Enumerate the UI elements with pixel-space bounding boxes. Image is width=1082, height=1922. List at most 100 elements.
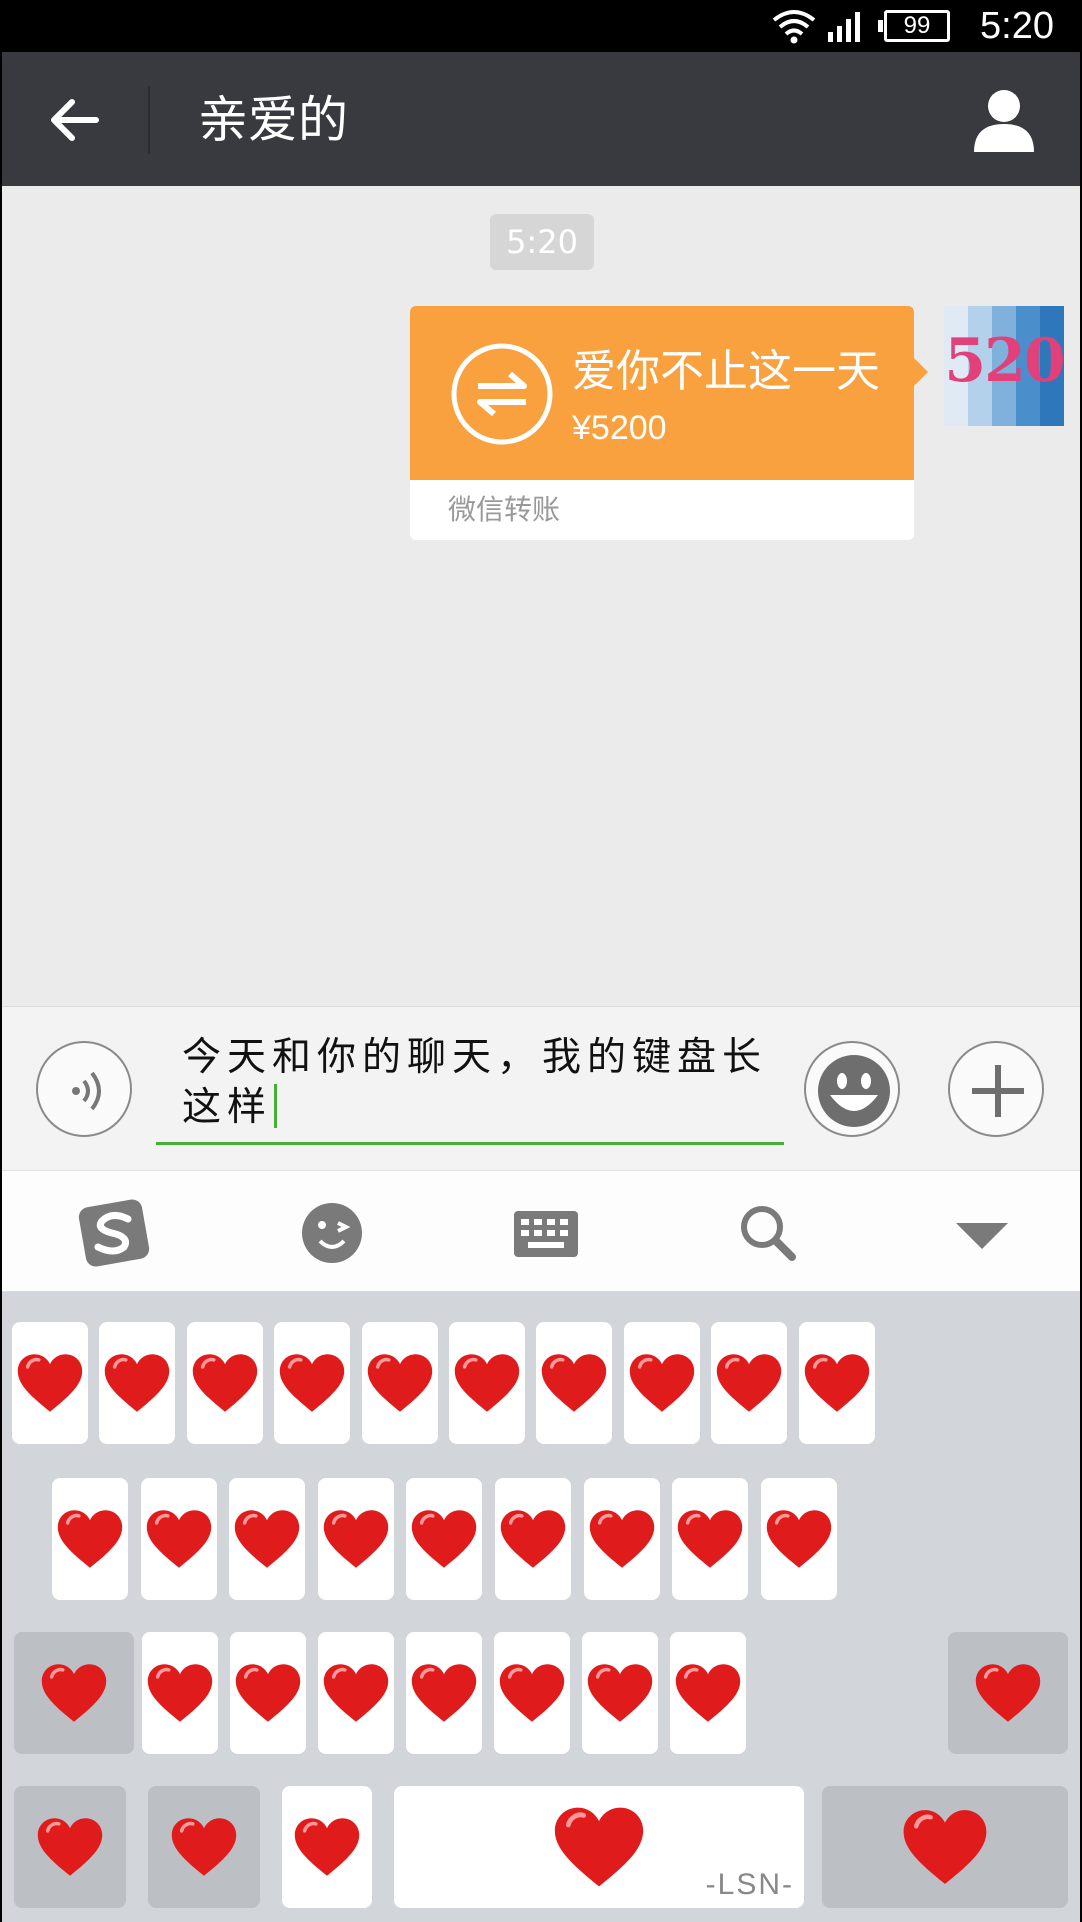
message-input[interactable]: 今天和你的聊天，我的键盘长这样 [156, 1015, 784, 1145]
emoji-button[interactable] [804, 1041, 900, 1137]
heart-icon [975, 1664, 1041, 1722]
heart-icon [323, 1510, 388, 1568]
heart-key[interactable] [582, 1632, 658, 1754]
heart-key[interactable] [495, 1478, 571, 1600]
heart-key[interactable] [494, 1632, 570, 1754]
battery-indicator: 99 [878, 10, 950, 42]
heart-icon [629, 1354, 694, 1412]
heart-icon [147, 1664, 213, 1722]
heart-icon [37, 1818, 103, 1876]
heart-key[interactable] [12, 1322, 88, 1444]
heart-icon [677, 1510, 743, 1568]
status-time: 5:20 [980, 5, 1054, 47]
heart-key[interactable] [274, 1322, 351, 1444]
collapse-icon[interactable] [942, 1193, 1022, 1273]
heart-key[interactable] [318, 1632, 394, 1754]
chat-title: 亲爱的 [198, 91, 348, 149]
voice-button[interactable] [36, 1041, 132, 1137]
heart-key[interactable] [711, 1322, 788, 1444]
transfer-message[interactable]: 爱你不止这一天 ¥5200 微信转账 [410, 306, 928, 540]
heart-icon [542, 1354, 607, 1412]
heart-icon [192, 1354, 257, 1412]
heart-icon [279, 1354, 345, 1412]
heart-key[interactable] [583, 1478, 660, 1600]
heart-icon [454, 1354, 520, 1412]
heart-space-bar[interactable]: -LSN- [394, 1786, 804, 1908]
heart-key-symbols[interactable] [14, 1786, 126, 1908]
heart-icon [294, 1818, 360, 1876]
heart-key-enter[interactable] [822, 1786, 1068, 1908]
more-button[interactable] [948, 1041, 1044, 1137]
heart-icon [323, 1664, 389, 1722]
heart-icon [675, 1664, 741, 1722]
heart-icon [411, 1664, 477, 1722]
heart-key[interactable] [672, 1478, 749, 1600]
heart-key-comma[interactable] [282, 1786, 372, 1908]
profile-icon[interactable] [972, 86, 1036, 152]
heart-icon [367, 1354, 432, 1412]
heart-key-right-modifier[interactable] [948, 1632, 1068, 1754]
heart-key[interactable] [406, 1632, 482, 1754]
transfer-footer: 微信转账 [410, 480, 914, 540]
heart-key[interactable] [760, 1478, 837, 1600]
wifi-icon [772, 10, 816, 44]
heart-icon [554, 1807, 644, 1887]
message-input-value: 今天和你的聊天，我的键盘长这样 [182, 1035, 768, 1130]
heart-key[interactable] [99, 1322, 176, 1444]
avatar-text: 520 [944, 326, 1064, 396]
heart-key[interactable] [798, 1322, 875, 1444]
heart-icon [235, 1664, 301, 1722]
heart-key[interactable] [317, 1478, 394, 1600]
sender-avatar[interactable]: 520 [944, 306, 1064, 426]
message-timestamp: 5:20 [490, 214, 594, 270]
plus-icon [972, 1065, 1024, 1117]
transfer-card: 爱你不止这一天 ¥5200 [410, 306, 914, 480]
bubble-tail [914, 358, 928, 386]
heart-key[interactable] [406, 1478, 483, 1600]
emoji-keyboard: -LSN- [2, 1292, 1080, 1922]
heart-icon [500, 1510, 566, 1568]
header-divider [148, 86, 150, 154]
back-arrow-icon[interactable] [46, 92, 102, 148]
heart-key[interactable] [186, 1322, 263, 1444]
ime-toolbar [2, 1170, 1080, 1292]
chat-header: 亲爱的 [2, 52, 1080, 186]
chat-area[interactable]: 5:20 爱你不止这一天 ¥5200 微信转账 520 [2, 186, 1080, 1006]
transfer-amount: ¥5200 [572, 409, 667, 447]
heart-icon [105, 1354, 170, 1412]
heart-key[interactable] [449, 1322, 525, 1444]
heart-key[interactable] [140, 1478, 217, 1600]
phone-screen: 99 5:20 亲爱的 5:20 爱你不止这一天 ¥5200 微信转账 520 … [2, 0, 1080, 1922]
heart-key[interactable] [142, 1632, 218, 1754]
heart-icon [146, 1510, 211, 1568]
transfer-note: 爱你不止这一天 [572, 346, 880, 397]
emoticon-icon[interactable] [292, 1193, 372, 1273]
smiley-icon [818, 1055, 890, 1127]
status-bar: 99 5:20 [2, 0, 1080, 52]
message-input-text: 今天和你的聊天，我的键盘长这样 [182, 1033, 782, 1133]
heart-key[interactable] [623, 1322, 700, 1444]
heart-key[interactable] [52, 1478, 128, 1600]
heart-key-left-modifier[interactable] [14, 1632, 134, 1754]
heart-icon [17, 1354, 83, 1412]
heart-icon [716, 1354, 782, 1412]
transfer-footer-label: 微信转账 [448, 493, 561, 526]
search-icon[interactable] [728, 1193, 808, 1273]
heart-icon [171, 1818, 237, 1876]
heart-key[interactable] [536, 1322, 613, 1444]
keyboard-icon[interactable] [506, 1193, 586, 1273]
signal-icon [828, 12, 860, 42]
heart-key-lang[interactable] [148, 1786, 260, 1908]
heart-icon [589, 1510, 654, 1568]
space-bar-label: -LSN- [705, 1868, 794, 1901]
heart-icon [903, 1810, 987, 1884]
heart-key[interactable] [670, 1632, 746, 1754]
heart-icon [412, 1510, 477, 1568]
heart-key[interactable] [361, 1322, 438, 1444]
heart-icon [766, 1510, 831, 1568]
heart-key[interactable] [229, 1478, 306, 1600]
transfer-arrows-icon [451, 343, 553, 445]
sogou-logo-icon[interactable] [74, 1193, 154, 1273]
heart-key[interactable] [230, 1632, 306, 1754]
heart-icon [804, 1354, 869, 1412]
